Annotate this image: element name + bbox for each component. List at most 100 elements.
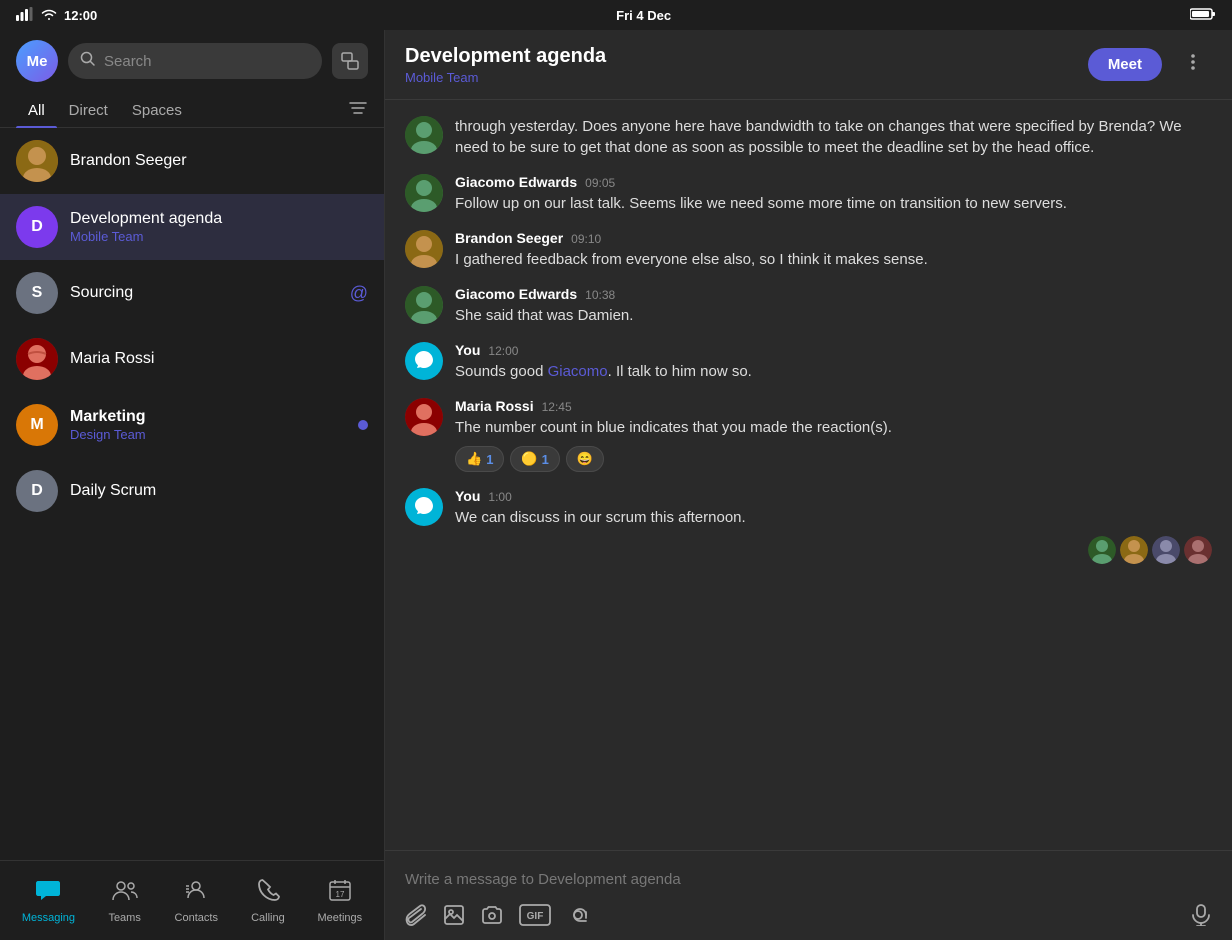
nav-calling[interactable]: Calling — [238, 870, 298, 932]
message-header: You 1:00 — [455, 488, 1212, 504]
message-row: Giacomo Edwards 09:05 Follow up on our l… — [405, 174, 1212, 214]
messaging-icon — [35, 878, 61, 908]
convo-info: Development agenda Mobile Team — [70, 210, 368, 244]
compose-button[interactable] — [332, 43, 368, 79]
nav-meetings[interactable]: 17 Meetings — [310, 870, 371, 932]
message-text: She said that was Damien. — [455, 305, 1212, 326]
message-input[interactable]: Write a message to Development agenda — [405, 863, 1212, 896]
search-placeholder: Search — [104, 53, 152, 70]
reaction-thumbs-up[interactable]: 👍 1 — [455, 446, 504, 472]
convo-name: Marketing — [70, 408, 346, 426]
filter-icon[interactable] — [348, 100, 368, 121]
teams-icon — [112, 878, 138, 908]
convo-info: Maria Rossi — [70, 350, 368, 368]
message-sender: Giacomo Edwards — [455, 286, 577, 302]
reaction-count: 1 — [542, 452, 549, 467]
message-content: You 1:00 We can discuss in our scrum thi… — [455, 488, 1212, 564]
search-bar[interactable]: Search — [68, 43, 322, 79]
user-avatar[interactable]: Me — [16, 40, 58, 82]
nav-contacts[interactable]: Contacts — [166, 870, 226, 932]
sidebar-tabs: All Direct Spaces — [0, 90, 384, 128]
wifi-icon — [40, 7, 58, 24]
microphone-icon[interactable] — [1190, 904, 1212, 932]
list-item[interactable]: Maria Rossi — [0, 326, 384, 392]
camera-icon[interactable] — [481, 904, 503, 932]
reactions-row: 👍 1 🟡 1 😄 — [455, 446, 1212, 472]
convo-subtitle: Mobile Team — [70, 229, 368, 244]
chat-title: Development agenda — [405, 45, 1076, 68]
status-bar: 12:00 Fri 4 Dec — [0, 0, 1232, 30]
svg-text:17: 17 — [335, 890, 344, 899]
seen-avatars — [455, 536, 1212, 564]
gif-icon[interactable]: GIF — [519, 904, 551, 932]
messaging-label: Messaging — [22, 912, 75, 924]
more-options-button[interactable] — [1174, 47, 1212, 83]
message-header: Giacomo Edwards 10:38 — [455, 286, 1212, 302]
status-date: Fri 4 Dec — [616, 8, 671, 23]
nav-teams[interactable]: Teams — [95, 870, 155, 932]
message-time: 12:45 — [542, 400, 572, 414]
chat-panel: Development agenda Mobile Team Meet — [385, 30, 1232, 940]
message-row: Maria Rossi 12:45 The number count in bl… — [405, 398, 1212, 472]
message-text: Follow up on our last talk. Seems like w… — [455, 193, 1212, 214]
contacts-icon — [184, 878, 208, 908]
avatar: M — [16, 404, 58, 446]
tab-spaces[interactable]: Spaces — [120, 94, 194, 127]
message-content: Maria Rossi 12:45 The number count in bl… — [455, 398, 1212, 472]
meetings-label: Meetings — [318, 912, 363, 924]
mention-badge: @ — [350, 283, 368, 304]
message-content: through yesterday. Does anyone here have… — [455, 116, 1212, 158]
status-time: 12:00 — [64, 8, 97, 23]
message-content: Brandon Seeger 09:10 I gathered feedback… — [455, 230, 1212, 270]
message-time: 10:38 — [585, 288, 615, 302]
unread-dot — [358, 420, 368, 430]
chat-header: Development agenda Mobile Team Meet — [385, 30, 1232, 100]
message-avatar — [405, 342, 443, 380]
avatar: D — [16, 206, 58, 248]
seen-avatar — [1152, 536, 1180, 564]
svg-text:GIF: GIF — [527, 911, 544, 922]
message-input-area: Write a message to Development agenda — [385, 850, 1232, 940]
message-avatar — [405, 398, 443, 436]
search-icon — [80, 51, 96, 72]
message-row: You 1:00 We can discuss in our scrum thi… — [405, 488, 1212, 564]
chat-title-block: Development agenda Mobile Team — [405, 45, 1076, 85]
reaction-smile[interactable]: 😄 — [566, 446, 604, 472]
reaction-yellow[interactable]: 🟡 1 — [510, 446, 559, 472]
list-item[interactable]: D Daily Scrum — [0, 458, 384, 524]
tab-direct[interactable]: Direct — [57, 94, 120, 127]
input-toolbar: GIF — [405, 896, 1212, 932]
reaction-emoji: 👍 — [466, 451, 482, 467]
nav-messaging[interactable]: Messaging — [14, 870, 83, 932]
list-item[interactable]: M Marketing Design Team — [0, 392, 384, 458]
message-row: Giacomo Edwards 10:38 She said that was … — [405, 286, 1212, 326]
meet-button[interactable]: Meet — [1088, 48, 1162, 81]
message-content: Giacomo Edwards 09:05 Follow up on our l… — [455, 174, 1212, 214]
tab-all[interactable]: All — [16, 94, 57, 127]
message-sender: You — [455, 342, 480, 358]
image-icon[interactable] — [443, 904, 465, 932]
calling-icon — [256, 878, 280, 908]
bottom-nav: Messaging Teams — [0, 860, 384, 940]
message-text: Sounds good Giacomo. Il talk to him now … — [455, 361, 1212, 382]
seen-avatar — [1120, 536, 1148, 564]
list-item[interactable]: D Development agenda Mobile Team — [0, 194, 384, 260]
message-sender: Brandon Seeger — [455, 230, 563, 246]
reaction-count: 1 — [486, 452, 493, 467]
conversation-list: Brandon Seeger D Development agenda Mobi… — [0, 128, 384, 860]
message-avatar — [405, 230, 443, 268]
list-item[interactable]: Brandon Seeger — [0, 128, 384, 194]
mention-icon[interactable] — [567, 904, 589, 932]
message-header: Brandon Seeger 09:10 — [455, 230, 1212, 246]
sidebar: Me Search All — [0, 30, 385, 940]
convo-info: Marketing Design Team — [70, 408, 346, 442]
signal-icon — [16, 7, 34, 24]
teams-label: Teams — [108, 912, 140, 924]
message-sender: You — [455, 488, 480, 504]
attachment-icon[interactable] — [405, 904, 427, 932]
message-text: The number count in blue indicates that … — [455, 417, 1212, 438]
list-item[interactable]: S Sourcing @ — [0, 260, 384, 326]
convo-name: Development agenda — [70, 210, 368, 228]
convo-name: Daily Scrum — [70, 482, 368, 500]
convo-info: Brandon Seeger — [70, 152, 368, 170]
